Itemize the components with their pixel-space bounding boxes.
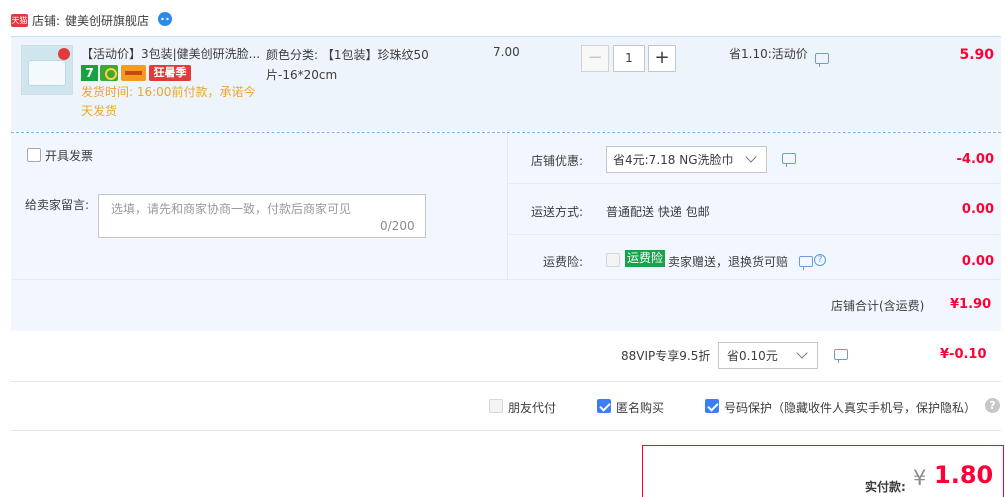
- vip-discount-amount: ¥-0.10: [940, 347, 987, 362]
- quantity-increase-button[interactable]: +: [648, 45, 676, 72]
- ship-time-notice: 发货时间: 16:00前付款，承诺今天发货: [81, 85, 256, 118]
- insurance-desc: 卖家赠送，退换货可赔: [668, 255, 789, 269]
- memo-char-count: 0/200: [380, 219, 415, 233]
- vip-discount-label: 88VIP专享9.5折: [621, 349, 711, 363]
- insurance-label: 运费险:: [543, 255, 584, 269]
- vip-discount-selected: 省0.10元: [727, 349, 778, 363]
- promo-info-icon[interactable]: [815, 53, 829, 67]
- payment-label: 实付款:: [865, 480, 906, 494]
- unit-price: 7.00: [493, 45, 520, 59]
- divider: [11, 430, 1001, 431]
- certified-badge-icon: [100, 65, 118, 81]
- divider: [507, 183, 1001, 184]
- shop-name-link[interactable]: 健美创研旗舰店: [65, 12, 149, 29]
- shipping-amount: 0.00: [961, 202, 994, 217]
- number-protect-checkbox[interactable]: [705, 399, 719, 413]
- divider: [507, 234, 1001, 235]
- anonymous-checkbox[interactable]: [597, 399, 611, 413]
- item-subtotal: 5.90: [959, 47, 994, 63]
- insurance-amount: 0.00: [961, 254, 994, 269]
- sku-info: 颜色分类: 【1包装】珍珠纹50片-16*20cm: [266, 48, 429, 82]
- payment-amount: 1.80: [934, 461, 994, 489]
- item-promo-text: 省1.10:活动价: [729, 47, 808, 61]
- invoice-checkbox[interactable]: [27, 148, 41, 162]
- shop-coupon-label: 店铺优惠:: [531, 154, 584, 168]
- shop-label: 店铺:: [32, 14, 61, 28]
- shop-coupon-selected: 省4元:7.18 NG洗脸巾: [613, 153, 734, 167]
- insurance-tag: 运费险: [625, 250, 666, 267]
- tmall-badge: 天猫: [11, 14, 28, 27]
- product-title-link[interactable]: 【活动价】3包装|健美创研洗脸...: [81, 45, 263, 63]
- shop-coupon-amount: -4.00: [956, 152, 994, 167]
- shipping-label: 运送方式:: [531, 205, 584, 219]
- payment-currency: ¥: [913, 466, 927, 490]
- product-thumbnail[interactable]: [21, 45, 73, 95]
- insurance-checkbox: [606, 253, 620, 267]
- credit-card-icon: [121, 65, 146, 81]
- help-question-icon[interactable]: ?: [985, 398, 1000, 413]
- number-protect-label[interactable]: 号码保护（隐藏收件人真实手机号，保护隐私）: [724, 399, 976, 416]
- quantity-decrease-button[interactable]: −: [581, 45, 609, 72]
- insurance-chat-icon[interactable]: [799, 256, 813, 270]
- friend-pay-label[interactable]: 朋友代付: [508, 399, 556, 416]
- seller-memo-placeholder: 选填，请先和商家协商一致，付款后商家可见: [111, 202, 352, 216]
- shipping-value: 普通配送 快递 包邮: [606, 205, 710, 219]
- divider: [11, 381, 1001, 382]
- wangwang-chat-icon[interactable]: [156, 11, 174, 27]
- vip-info-icon[interactable]: [834, 349, 848, 363]
- shop-total-label: 店铺合计(含运费): [831, 299, 925, 313]
- help-question-icon[interactable]: ?: [814, 254, 826, 266]
- quantity-input[interactable]: 1: [613, 45, 645, 72]
- coupon-info-icon[interactable]: [782, 153, 796, 167]
- summer-sale-badge: 狂暑季: [149, 65, 191, 81]
- seven-day-return-icon: 7: [81, 65, 98, 81]
- shop-total-value: ¥1.90: [950, 297, 992, 312]
- invoice-label[interactable]: 开具发票: [45, 147, 93, 164]
- friend-pay-checkbox[interactable]: [489, 399, 503, 413]
- memo-label: 给卖家留言:: [25, 198, 90, 212]
- anonymous-label[interactable]: 匿名购买: [616, 399, 664, 416]
